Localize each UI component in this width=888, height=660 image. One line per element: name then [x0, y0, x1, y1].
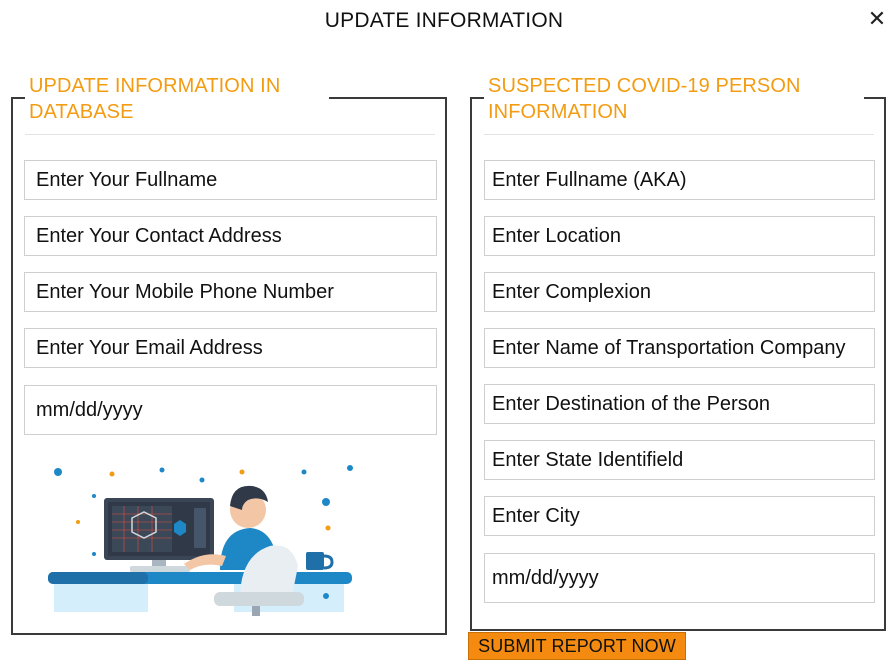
suspected-person-panel: SUSPECTED COVID-19 PERSON INFORMATION	[470, 73, 886, 631]
transportation-company-input[interactable]	[484, 328, 875, 368]
submit-report-button[interactable]: SUBMIT REPORT NOW	[468, 632, 686, 660]
contact-address-input[interactable]	[24, 216, 437, 256]
complexion-input[interactable]	[484, 272, 875, 312]
person-at-computer-illustration	[48, 465, 353, 616]
date-input[interactable]	[24, 385, 437, 435]
email-address-input[interactable]	[24, 328, 437, 368]
fullname-input[interactable]	[24, 160, 437, 200]
destination-input[interactable]	[484, 384, 875, 424]
modal-title: UPDATE INFORMATION	[324, 9, 564, 32]
update-information-legend: UPDATE INFORMATION IN DATABASE	[25, 73, 329, 125]
location-input[interactable]	[484, 216, 875, 256]
suspected-person-legend: SUSPECTED COVID-19 PERSON INFORMATION	[484, 73, 864, 125]
date-input[interactable]	[484, 553, 875, 603]
legend-divider	[25, 134, 435, 135]
legend-divider	[484, 134, 874, 135]
city-input[interactable]	[484, 496, 875, 536]
close-icon[interactable]: ✕	[866, 6, 888, 32]
aka-fullname-input[interactable]	[484, 160, 875, 200]
state-identified-input[interactable]	[484, 440, 875, 480]
mobile-phone-input[interactable]	[24, 272, 437, 312]
